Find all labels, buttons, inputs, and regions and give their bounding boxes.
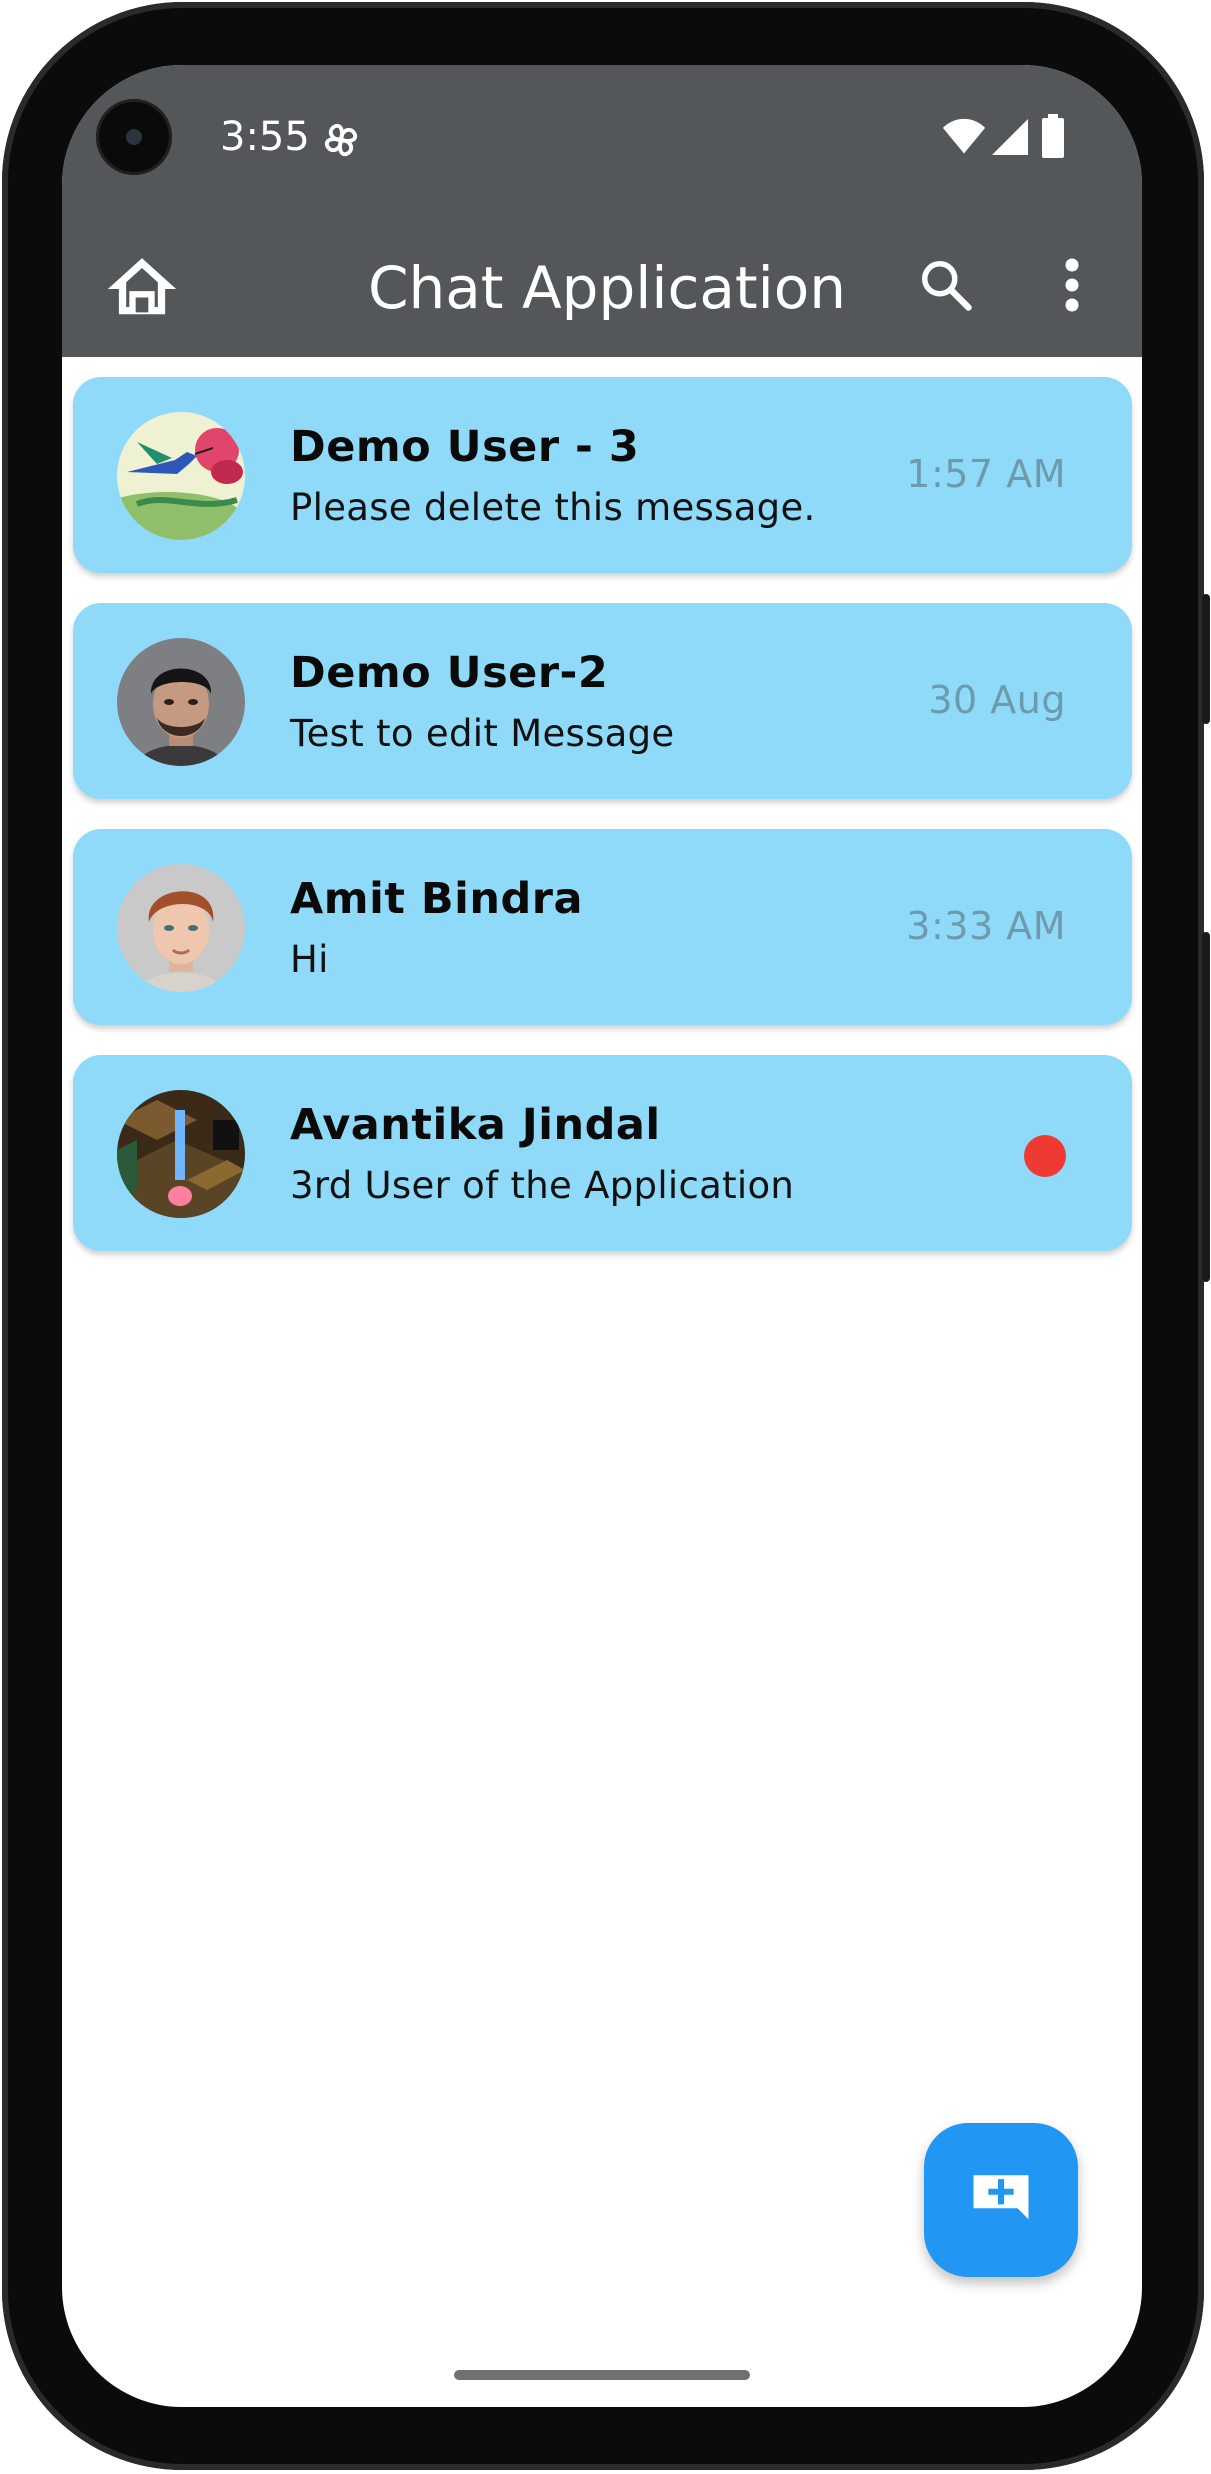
avatar xyxy=(117,1090,245,1218)
unread-indicator xyxy=(1024,1135,1066,1177)
dark-hair-man-avatar xyxy=(117,638,245,766)
chat-last-message: Please delete this message. xyxy=(290,486,816,529)
chat-last-message: 3rd User of the Application xyxy=(290,1164,795,1207)
gesture-nav-handle[interactable] xyxy=(454,2370,750,2380)
status-bar: 3:55 xyxy=(62,65,1142,215)
front-camera xyxy=(96,99,172,175)
chat-time: 3:33 AM xyxy=(906,904,1066,948)
chat-last-message: Test to edit Message xyxy=(290,712,675,755)
add-comment-icon xyxy=(973,2175,1029,2220)
chat-list-item[interactable]: Avantika Jindal 3rd User of the Applicat… xyxy=(73,1055,1132,1251)
more-vert-icon[interactable] xyxy=(1060,255,1084,315)
new-chat-fab[interactable] xyxy=(924,2123,1078,2277)
search-icon[interactable] xyxy=(916,255,976,315)
chat-name: Demo User - 3 xyxy=(290,422,640,472)
avatar xyxy=(117,638,245,766)
phone-frame: 3:55 Chat Application Demo User - 3 Plea… xyxy=(2,2,1210,2470)
page-title: Chat Application xyxy=(367,254,847,322)
screen: 3:55 Chat Application Demo User - 3 Plea… xyxy=(62,65,1142,2407)
chat-name: Avantika Jindal xyxy=(290,1100,661,1150)
avatar xyxy=(117,864,245,992)
cellular-signal-icon xyxy=(992,119,1028,155)
volume-button xyxy=(1202,932,1210,1282)
red-hair-man-avatar xyxy=(117,864,245,992)
toolbar: Chat Application xyxy=(62,215,1142,357)
chat-time: 30 Aug xyxy=(928,678,1066,722)
wifi-icon xyxy=(942,118,986,154)
battery-icon xyxy=(1042,114,1064,158)
avatar xyxy=(117,412,245,540)
fan-notification-icon xyxy=(324,123,358,157)
hummingbird-avatar xyxy=(117,412,245,540)
chat-list-item[interactable]: Amit Bindra Hi 3:33 AM xyxy=(73,829,1132,1025)
game-scene-avatar xyxy=(117,1090,245,1218)
power-button xyxy=(1202,594,1210,724)
chat-last-message: Hi xyxy=(290,938,329,981)
chat-time: 1:57 AM xyxy=(906,452,1066,496)
chat-list-item[interactable]: Demo User - 3 Please delete this message… xyxy=(73,377,1132,573)
chat-name: Demo User-2 xyxy=(290,648,609,698)
chat-name: Amit Bindra xyxy=(290,874,583,924)
status-time: 3:55 xyxy=(220,114,310,160)
app-bar: 3:55 Chat Application xyxy=(62,65,1142,357)
chat-list-item[interactable]: Demo User-2 Test to edit Message 30 Aug xyxy=(73,603,1132,799)
